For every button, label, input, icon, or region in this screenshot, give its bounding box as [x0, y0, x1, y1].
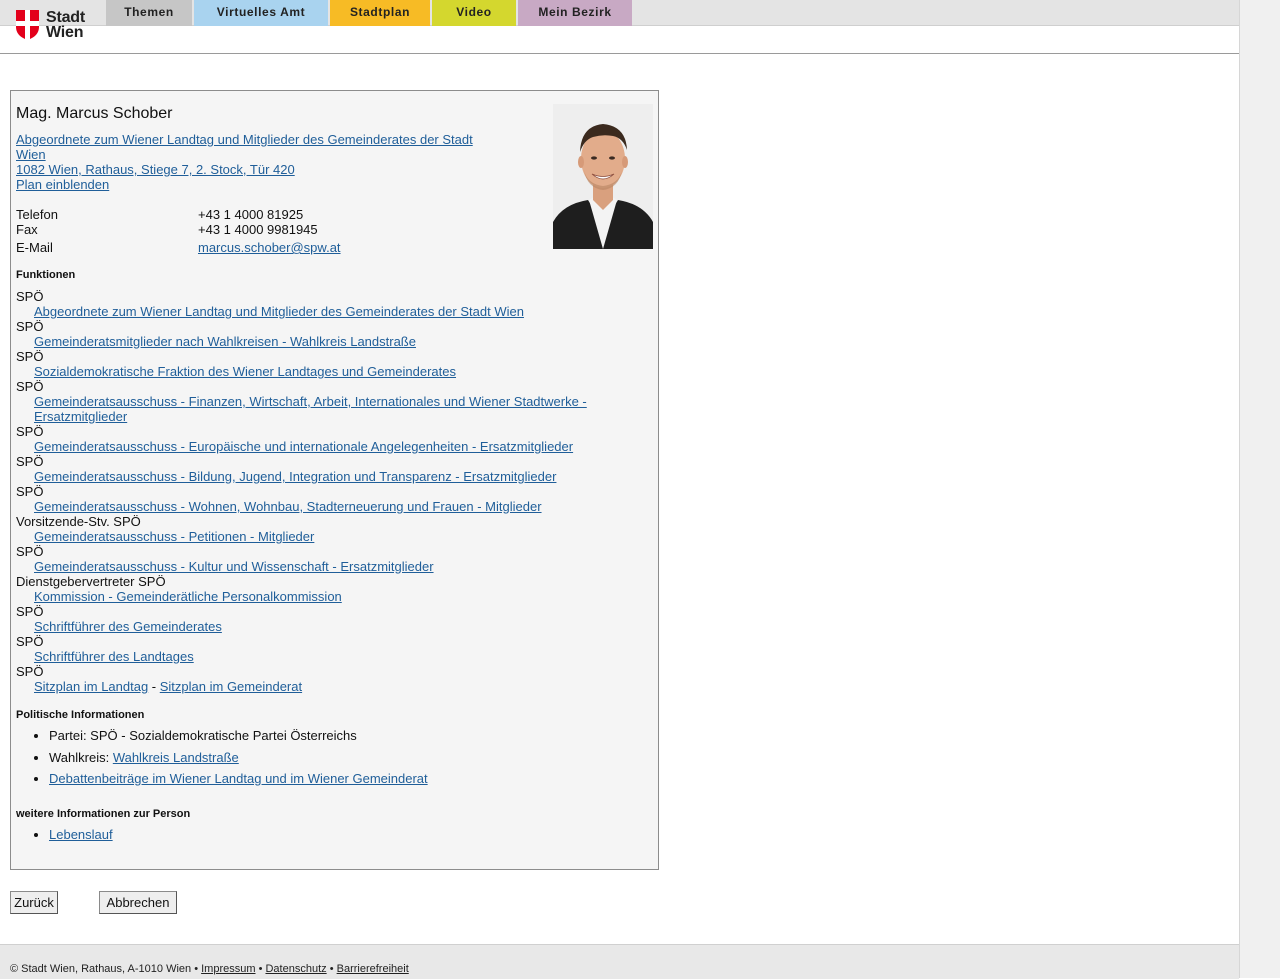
function-role: SPÖ — [16, 454, 44, 469]
back-button[interactable]: Zurück — [10, 891, 58, 914]
person-name: Mag. Marcus Schober — [16, 105, 173, 122]
nav-tab-themen[interactable]: Themen — [106, 0, 192, 26]
function-link[interactable]: Gemeinderatsmitglieder nach Wahlkreisen … — [34, 334, 416, 349]
function-entry: Schriftführer des Gemeinderates — [16, 619, 616, 634]
seat-plan-separator: - — [148, 679, 160, 694]
function-role: SPÖ — [16, 349, 44, 364]
seat-plan-links: Sitzplan im Landtag - Sitzplan im Gemein… — [16, 679, 616, 694]
window-scrollbar[interactable] — [1239, 0, 1280, 978]
function-entry: Sozialdemokratische Fraktion des Wiener … — [16, 364, 616, 379]
function-role: SPÖ — [16, 379, 44, 394]
function-link[interactable]: Gemeinderatsausschuss - Kultur und Wisse… — [34, 559, 434, 574]
function-entry: Gemeinderatsausschuss - Petitionen - Mit… — [16, 529, 616, 544]
site-footer: © Stadt Wien, Rathaus, A-1010 Wien • Imp… — [0, 944, 1239, 979]
function-entry: Kommission - Gemeinderätliche Personalko… — [16, 589, 616, 604]
email-label: E-Mail — [16, 240, 53, 255]
footer-copyright: © Stadt Wien, Rathaus, A-1010 Wien — [10, 963, 192, 975]
function-link[interactable]: Gemeinderatsausschuss - Finanzen, Wirtsc… — [34, 394, 587, 424]
function-entry: Gemeinderatsausschuss - Europäische und … — [16, 439, 616, 454]
person-detail-card: Mag. Marcus Schober Abgeordnete zum Wien… — [10, 90, 659, 870]
nav-tab-video[interactable]: Video — [432, 0, 516, 26]
logo-text: Stadt Wien — [46, 9, 86, 41]
function-entry: Gemeinderatsausschuss - Finanzen, Wirtsc… — [16, 394, 616, 424]
wien-shield-icon — [16, 10, 39, 40]
function-link[interactable]: Schriftführer des Landtages — [34, 649, 194, 664]
nav-tab-stadtplan[interactable]: Stadtplan — [330, 0, 430, 26]
show-map-link[interactable]: Plan einblenden — [16, 177, 486, 192]
contact-table: Telefon +43 1 4000 81925 Fax +43 1 4000 … — [16, 207, 341, 255]
function-link[interactable]: Abgeordnete zum Wiener Landtag und Mitgl… — [34, 304, 524, 319]
datenschutz-link[interactable]: Datenschutz — [265, 963, 326, 975]
function-link[interactable]: Gemeinderatsausschuss - Petitionen - Mit… — [34, 529, 314, 544]
function-role: SPÖ — [16, 664, 44, 679]
phone-value: +43 1 4000 81925 — [198, 207, 304, 222]
more-info-heading: weitere Informationen zur Person — [16, 808, 191, 820]
phone-label: Telefon — [16, 207, 58, 222]
function-link[interactable]: Gemeinderatsausschuss - Europäische und … — [34, 439, 573, 454]
person-address-block: Abgeordnete zum Wiener Landtag und Mitgl… — [16, 132, 486, 192]
party-item: Partei: SPÖ - Sozialdemokratische Partei… — [49, 728, 428, 743]
main-navigation: Themen Virtuelles Amt Stadtplan Video Mein B… — [106, 0, 634, 26]
fax-label: Fax — [16, 222, 38, 237]
debates-item: Debattenbeiträge im Wiener Landtag und i… — [49, 771, 428, 786]
function-entry: Gemeinderatsmitglieder nach Wahlkreisen … — [16, 334, 616, 349]
nav-tab-virtuelles-amt[interactable]: Virtuelles Amt — [194, 0, 328, 26]
function-entry: Schriftführer des Landtages — [16, 649, 616, 664]
function-role: SPÖ — [16, 319, 44, 334]
district-item: Wahlkreis: Wahlkreis Landstraße — [49, 750, 428, 765]
function-link[interactable]: Gemeinderatsausschuss - Wohnen, Wohnbau,… — [34, 499, 542, 514]
debates-link[interactable]: Debattenbeiträge im Wiener Landtag und i… — [49, 771, 428, 786]
function-link[interactable]: Gemeinderatsausschuss - Bildung, Jugend,… — [34, 469, 556, 484]
more-info-list: Lebenslauf — [16, 827, 113, 849]
seat-plan-landtag-link[interactable]: Sitzplan im Landtag — [34, 679, 148, 694]
political-info-list: Partei: SPÖ - Sozialdemokratische Partei… — [16, 728, 428, 793]
function-link[interactable]: Sozialdemokratische Fraktion des Wiener … — [34, 364, 456, 379]
function-role: Vorsitzende-Stv. SPÖ — [16, 514, 141, 529]
function-entry: Gemeinderatsausschuss - Wohnen, Wohnbau,… — [16, 499, 616, 514]
nav-tab-mein-bezirk[interactable]: Mein Bezirk — [518, 0, 632, 26]
function-role: SPÖ — [16, 484, 44, 499]
function-role: Dienstgebervertreter SPÖ — [16, 574, 166, 589]
function-role: SPÖ — [16, 289, 44, 304]
address-link[interactable]: 1082 Wien, Rathaus, Stiege 7, 2. Stock, … — [16, 162, 486, 177]
cv-item: Lebenslauf — [49, 827, 113, 842]
function-role: SPÖ — [16, 424, 44, 439]
barrierefreiheit-link[interactable]: Barrierefreiheit — [337, 963, 409, 975]
email-link[interactable]: marcus.schober@spw.at — [198, 240, 341, 255]
contact-row-fax: Fax +43 1 4000 9981945 — [16, 222, 341, 237]
function-entry: Gemeinderatsausschuss - Kultur und Wisse… — [16, 559, 616, 574]
portrait-image — [553, 104, 653, 249]
footer-text: © Stadt Wien, Rathaus, A-1010 Wien • Imp… — [10, 963, 409, 975]
contact-row-email: E-Mail marcus.schober@spw.at — [16, 240, 341, 255]
functions-heading: Funktionen — [16, 269, 76, 281]
contact-row-phone: Telefon +43 1 4000 81925 — [16, 207, 341, 222]
function-role: SPÖ — [16, 544, 44, 559]
site-header: Stadt Wien Themen Virtuelles Amt Stadtplan… — [0, 0, 1239, 54]
fax-value: +43 1 4000 9981945 — [198, 222, 318, 237]
cancel-button[interactable]: Abbrechen — [99, 891, 177, 914]
functions-list: SPÖ Abgeordnete zum Wiener Landtag und Mi… — [16, 289, 616, 694]
function-link[interactable]: Schriftführer des Gemeinderates — [34, 619, 222, 634]
logo-line-1: Stadt — [46, 9, 86, 26]
function-entry: Gemeinderatsausschuss - Bildung, Jugend,… — [16, 469, 616, 484]
function-link[interactable]: Kommission - Gemeinderätliche Personalko… — [34, 589, 342, 604]
seat-plan-gemeinderat-link[interactable]: Sitzplan im Gemeinderat — [160, 679, 302, 694]
function-entry: Abgeordnete zum Wiener Landtag und Mitgl… — [16, 304, 616, 319]
logo-line-2: Wien — [46, 24, 84, 41]
district-link[interactable]: Wahlkreis Landstraße — [113, 750, 239, 765]
impressum-link[interactable]: Impressum — [201, 963, 255, 975]
function-role: SPÖ — [16, 604, 44, 619]
person-photo — [553, 104, 653, 249]
stadt-wien-logo[interactable]: Stadt Wien — [16, 10, 106, 42]
function-role: SPÖ — [16, 634, 44, 649]
position-link[interactable]: Abgeordnete zum Wiener Landtag und Mitgl… — [16, 132, 486, 162]
political-info-heading: Politische Informationen — [16, 709, 145, 721]
cv-link[interactable]: Lebenslauf — [49, 827, 113, 842]
